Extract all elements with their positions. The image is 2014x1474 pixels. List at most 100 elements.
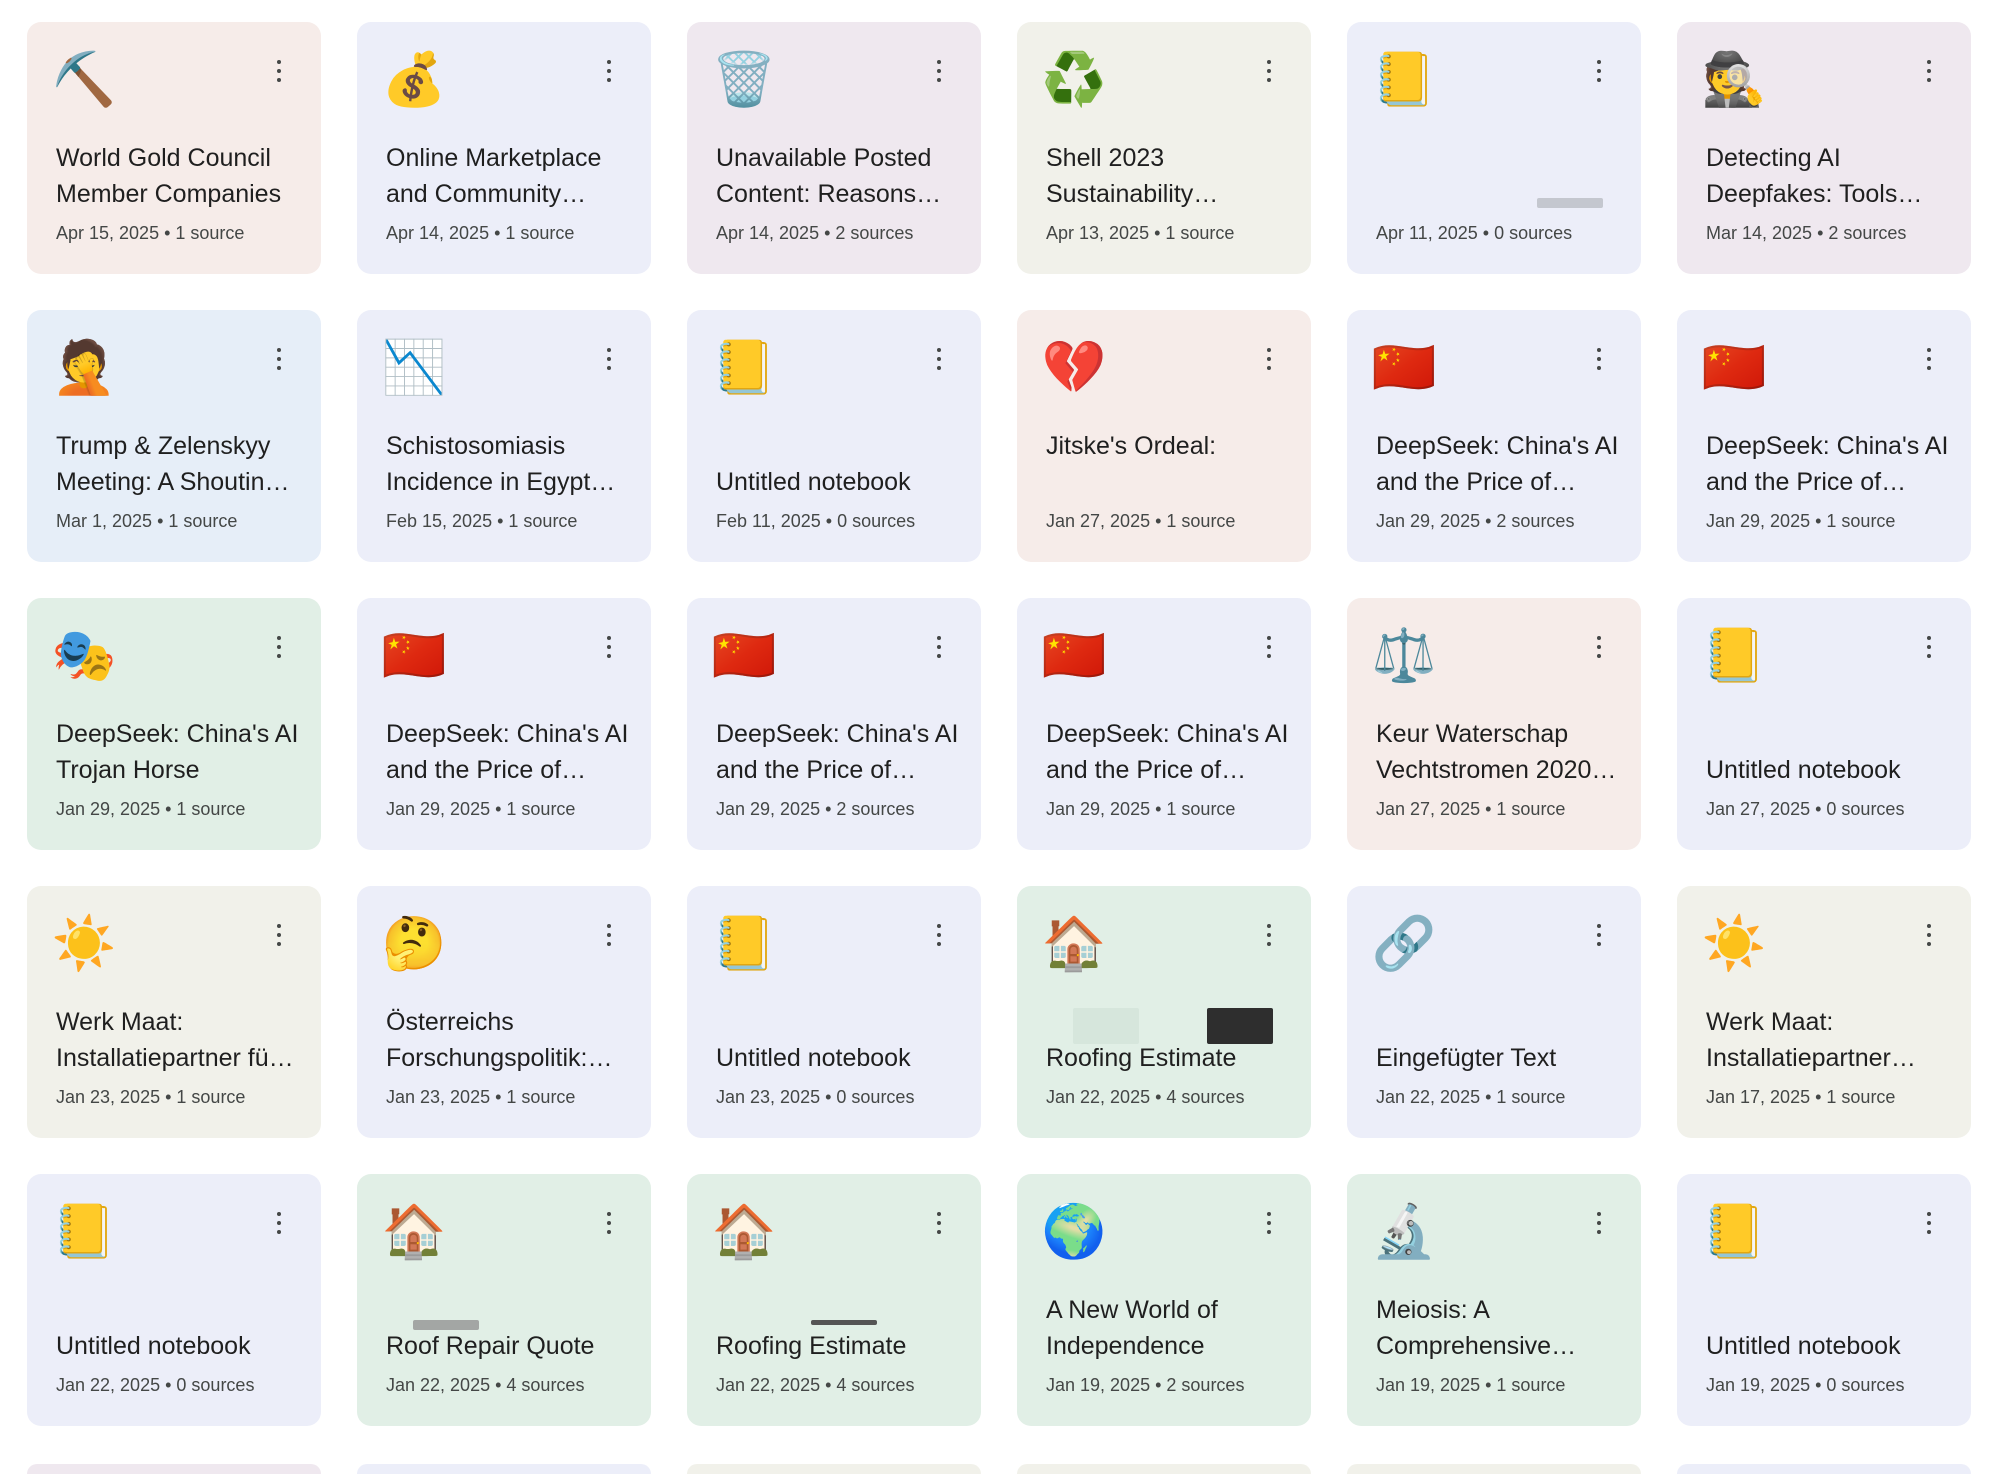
more-options-icon[interactable] <box>1921 636 1937 658</box>
notebook-source-count: 4 sources <box>836 1375 915 1395</box>
more-options-icon[interactable] <box>1591 60 1607 82</box>
notebook-meta: Jan 19, 2025 • 1 source <box>1376 1374 1565 1396</box>
notebook-card[interactable]: 🤦 Trump & Zelenskyy Meeting: A Shoutin… Ma… <box>27 310 321 562</box>
notebook-card[interactable]: 🇨🇳 DeepSeek: China's AI and the Price of…… <box>1017 598 1311 850</box>
notebook-title: Österreichs Forschungspolitik:… <box>386 1008 613 1072</box>
meta-separator: • <box>1480 1375 1497 1395</box>
notebook-card[interactable]: 🔬 Meiosis: A Comprehensive… Jan 19, 2025 •… <box>1347 1174 1641 1426</box>
more-options-icon[interactable] <box>601 1212 617 1234</box>
more-options-icon[interactable] <box>931 924 947 946</box>
facepalm-icon: 🤦 <box>51 338 117 398</box>
notebook-card[interactable]: 💰 Online Marketplace and Community… Apr 14… <box>357 22 651 274</box>
notebook-card[interactable]: 💔 Jitske's Ordeal: Jan 27, 2025 • 1 source <box>1017 310 1311 562</box>
meta-separator: • <box>1150 511 1167 531</box>
notebook-card[interactable]: 📒 Untitled notebook Jan 23, 2025 • 0 sourc… <box>687 886 981 1138</box>
notebook-card-partial[interactable] <box>1017 1464 1311 1474</box>
notebook-date: Jan 22, 2025 <box>1376 1087 1481 1107</box>
notebook-card-partial[interactable] <box>1677 1464 1971 1474</box>
more-options-icon[interactable] <box>931 348 947 370</box>
notebook-card[interactable]: 🇨🇳 DeepSeek: China's AI and the Price of…… <box>357 598 651 850</box>
notebook-card[interactable]: 🤔 Österreichs Forschungspolitik:… Jan 23, … <box>357 886 651 1138</box>
notebook-card[interactable]: 🌍 A New World of Independence Jan 19, 2025… <box>1017 1174 1311 1426</box>
notebook-card[interactable]: 📒 Untitled notebook Jan 27, 2025 • 0 sourc… <box>1677 598 1971 850</box>
more-options-icon[interactable] <box>1921 1212 1937 1234</box>
notebook-card[interactable]: 🎭 DeepSeek: China's AI Trojan Horse Jan 29… <box>27 598 321 850</box>
more-options-icon[interactable] <box>931 60 947 82</box>
notebook-source-count: 0 sources <box>176 1375 255 1395</box>
notebook-meta: Mar 1, 2025 • 1 source <box>56 510 237 532</box>
more-options-icon[interactable] <box>1921 348 1937 370</box>
more-options-icon[interactable] <box>271 60 287 82</box>
more-options-icon[interactable] <box>1591 636 1607 658</box>
notebook-card[interactable]: 📒 Untitled notebook Jan 22, 2025 • 0 sourc… <box>27 1174 321 1426</box>
more-options-icon[interactable] <box>1261 1212 1277 1234</box>
more-options-icon[interactable] <box>1921 924 1937 946</box>
notebook-card[interactable]: 🇨🇳 DeepSeek: China's AI and the Price of…… <box>1677 310 1971 562</box>
more-options-icon[interactable] <box>601 348 617 370</box>
more-options-icon[interactable] <box>931 1212 947 1234</box>
notebook-source-count: 1 source <box>1166 799 1236 819</box>
link-icon: 🔗 <box>1371 914 1437 974</box>
more-options-icon[interactable] <box>601 924 617 946</box>
meta-separator: • <box>1812 223 1829 243</box>
notebook-card[interactable]: ⛏️ World Gold Council Member Companies Apr… <box>27 22 321 274</box>
more-options-icon[interactable] <box>1261 60 1277 82</box>
china-flag-icon: 🇨🇳 <box>1371 338 1437 398</box>
notebook-card[interactable]: 🗑️ Unavailable Posted Content: Reasons… Ap… <box>687 22 981 274</box>
more-options-icon[interactable] <box>1921 60 1937 82</box>
more-options-icon[interactable] <box>271 636 287 658</box>
notebook-card-partial[interactable] <box>357 1464 651 1474</box>
notebook-card[interactable]: ♻️ Shell 2023 Sustainability… Apr 13, 2025… <box>1017 22 1311 274</box>
notebook-card[interactable]: ⚖️ Keur Waterschap Vechtstromen 2020… Jan … <box>1347 598 1641 850</box>
meta-separator: • <box>819 223 836 243</box>
notebook-title: Online Marketplace and Community… <box>386 144 602 208</box>
more-options-icon[interactable] <box>1261 636 1277 658</box>
notebook-title: Untitled notebook <box>716 468 911 496</box>
more-options-icon[interactable] <box>1591 924 1607 946</box>
meta-separator: • <box>490 1087 507 1107</box>
notebook-card[interactable]: 🇨🇳 DeepSeek: China's AI and the Price of…… <box>687 598 981 850</box>
notebook-source-count: 1 source <box>506 1087 576 1107</box>
notebook-card-partial[interactable] <box>1347 1464 1641 1474</box>
notebook-meta: Jan 29, 2025 • 1 source <box>56 798 245 820</box>
meta-separator: • <box>1810 1375 1827 1395</box>
notebook-title: DeepSeek: China's AI and the Price of… <box>716 720 959 784</box>
notebook-source-count: 1 source <box>1496 1375 1566 1395</box>
notebook-card[interactable]: ☀️ Werk Maat: Installatiepartner fü… Jan 2… <box>27 886 321 1138</box>
notebook-card-partial[interactable] <box>687 1464 981 1474</box>
more-options-icon[interactable] <box>1591 348 1607 370</box>
notebook-title: Detecting AI Deepfakes: Tools an… <box>1706 144 1898 208</box>
notebook-card[interactable]: 📒 Untitled notebook Jan 19, 2025 • 0 sourc… <box>1677 1174 1971 1426</box>
notebook-card[interactable]: 📒 Untitled notebook Feb 11, 2025 • 0 sourc… <box>687 310 981 562</box>
notebook-card[interactable]: 🔗 Eingefügter Text Jan 22, 2025 • 1 source <box>1347 886 1641 1138</box>
notebook-card[interactable]: 🕵️ Detecting AI Deepfakes: Tools an… Mar 1… <box>1677 22 1971 274</box>
notebook-card[interactable]: 📉 Schistosomiasis Incidence in Egypt… Feb … <box>357 310 651 562</box>
more-options-icon[interactable] <box>1261 348 1277 370</box>
more-options-icon[interactable] <box>271 1212 287 1234</box>
notebook-date: Jan 29, 2025 <box>1706 511 1811 531</box>
more-options-icon[interactable] <box>601 636 617 658</box>
notebook-meta: Jan 19, 2025 • 0 sources <box>1706 1374 1904 1396</box>
notebook-card[interactable]: 🏠 Roof Repair Quote Jan 22, 2025 • 4 sourc… <box>357 1174 651 1426</box>
notebook-source-count: 4 sources <box>506 1375 585 1395</box>
notebook-title: Werk Maat: Installatiepartner fü… <box>56 1008 294 1072</box>
notebook-meta: Jan 27, 2025 • 0 sources <box>1706 798 1904 820</box>
more-options-icon[interactable] <box>931 636 947 658</box>
notebook-card[interactable]: 📒 Apr 11, 2025 • 0 sources <box>1347 22 1641 274</box>
meta-separator: • <box>1810 799 1827 819</box>
notebook-meta: Jan 19, 2025 • 2 sources <box>1046 1374 1244 1396</box>
notebook-card[interactable]: 🏠 Roofing Estimate Jan 22, 2025 • 4 source… <box>687 1174 981 1426</box>
notebook-card[interactable]: ☀️ Werk Maat: Installatiepartner… Jan 17, … <box>1677 886 1971 1138</box>
notebook-card[interactable]: 🏠 Roofing Estimate Jan 22, 2025 • 4 source… <box>1017 886 1311 1138</box>
more-options-icon[interactable] <box>1591 1212 1607 1234</box>
notebook-date: Apr 11, 2025 <box>1376 223 1478 243</box>
notebook-card-partial[interactable] <box>27 1464 321 1474</box>
notebook-card[interactable]: 🇨🇳 DeepSeek: China's AI and the Price of…… <box>1347 310 1641 562</box>
notebook-date: Apr 14, 2025 <box>386 223 490 243</box>
more-options-icon[interactable] <box>1261 924 1277 946</box>
notebook-date: Jan 22, 2025 <box>1046 1087 1151 1107</box>
more-options-icon[interactable] <box>271 924 287 946</box>
notebook-icon: 📒 <box>1701 1202 1767 1262</box>
more-options-icon[interactable] <box>271 348 287 370</box>
more-options-icon[interactable] <box>601 60 617 82</box>
